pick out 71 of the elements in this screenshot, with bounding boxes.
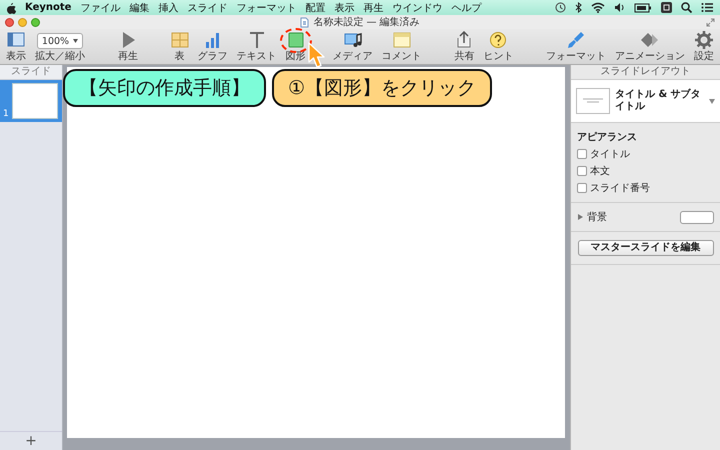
- table-icon: [170, 31, 188, 49]
- gear-icon: [695, 31, 713, 49]
- hint-button[interactable]: ヒント: [483, 31, 514, 62]
- menu-item[interactable]: フォーマット: [236, 0, 296, 14]
- bar-chart-icon: [204, 31, 222, 49]
- disclosure-triangle-icon[interactable]: [577, 214, 583, 220]
- close-button[interactable]: [5, 18, 14, 26]
- document-icon: [300, 16, 310, 28]
- wifi-icon[interactable]: [591, 2, 605, 13]
- speaker-icon[interactable]: [614, 2, 625, 13]
- fullscreen-icon[interactable]: [706, 18, 715, 26]
- bluetooth-icon[interactable]: [575, 2, 582, 13]
- comment-button[interactable]: コメント: [382, 31, 422, 62]
- callout-label: 【矢印の作成手順】: [63, 69, 266, 107]
- view-icon: [7, 31, 25, 49]
- settings-button[interactable]: 設定: [694, 31, 714, 62]
- window-title: 名称未設定 — 編集済み: [313, 16, 420, 29]
- menu-item[interactable]: 表示: [334, 0, 354, 14]
- share-button[interactable]: 共有: [454, 31, 474, 62]
- menu-item[interactable]: 再生: [363, 0, 384, 14]
- menu-item[interactable]: ファイル: [80, 0, 120, 14]
- menu-item[interactable]: 編集: [129, 0, 150, 14]
- input-menu-icon[interactable]: [661, 2, 672, 13]
- comment-icon: [392, 31, 410, 49]
- section-heading: アピアランス: [577, 130, 638, 144]
- menu-app-name[interactable]: Keynote: [25, 2, 72, 13]
- zoom-button[interactable]: [31, 18, 40, 26]
- menu-item[interactable]: ウインドウ: [392, 0, 442, 14]
- view-button[interactable]: 表示: [6, 31, 26, 62]
- question-icon: [489, 31, 508, 49]
- checkbox[interactable]: [577, 183, 587, 193]
- text-icon: [248, 31, 266, 49]
- battery-icon[interactable]: [634, 2, 652, 12]
- media-icon: [344, 31, 362, 49]
- caret-icon: [73, 39, 78, 43]
- media-button[interactable]: メディア: [332, 31, 372, 62]
- chart-button[interactable]: グラフ: [198, 31, 228, 62]
- clock-icon[interactable]: [555, 2, 566, 13]
- apple-icon[interactable]: [6, 2, 16, 14]
- color-well[interactable]: [680, 210, 714, 224]
- checkbox-label: スライド番号: [590, 182, 650, 195]
- add-slide-button[interactable]: +: [0, 431, 62, 450]
- checkbox-label: 本文: [590, 164, 610, 178]
- list-icon[interactable]: [701, 2, 714, 13]
- menu-item[interactable]: ヘルプ: [451, 0, 482, 14]
- toolbar-label: 拡大／縮小: [35, 51, 85, 62]
- menu-item[interactable]: スライド: [187, 0, 228, 14]
- zoom-dropdown[interactable]: 100%: [36, 33, 84, 49]
- menu-item[interactable]: 配置: [305, 0, 326, 14]
- layout-thumbnail[interactable]: [576, 88, 610, 114]
- panel-header: スライド: [0, 65, 62, 80]
- format-button[interactable]: フォーマット: [546, 31, 606, 62]
- callout-label: ①【図形】をクリック: [272, 69, 492, 107]
- checkbox-label: タイトル: [590, 148, 630, 161]
- paintbrush-icon: [567, 31, 585, 49]
- slide-number: 1: [3, 109, 9, 119]
- slide-thumbnail: [12, 83, 58, 119]
- menu-item[interactable]: 挿入: [158, 0, 178, 14]
- checkbox[interactable]: [577, 149, 587, 159]
- edit-master-slide-button[interactable]: マスタースライドを編集: [578, 240, 714, 256]
- play-button[interactable]: 再生: [118, 31, 138, 62]
- text-button[interactable]: テキスト: [236, 31, 276, 62]
- share-icon: [455, 31, 474, 49]
- search-icon[interactable]: [681, 2, 692, 13]
- dropdown-caret-icon[interactable]: [709, 98, 715, 104]
- shape-button[interactable]: 図形: [286, 31, 306, 62]
- table-button[interactable]: 表: [170, 31, 188, 62]
- animation-button[interactable]: アニメーション: [615, 31, 685, 62]
- checkbox[interactable]: [577, 166, 587, 176]
- square-icon: [286, 31, 304, 49]
- section-heading: 背景: [587, 210, 607, 224]
